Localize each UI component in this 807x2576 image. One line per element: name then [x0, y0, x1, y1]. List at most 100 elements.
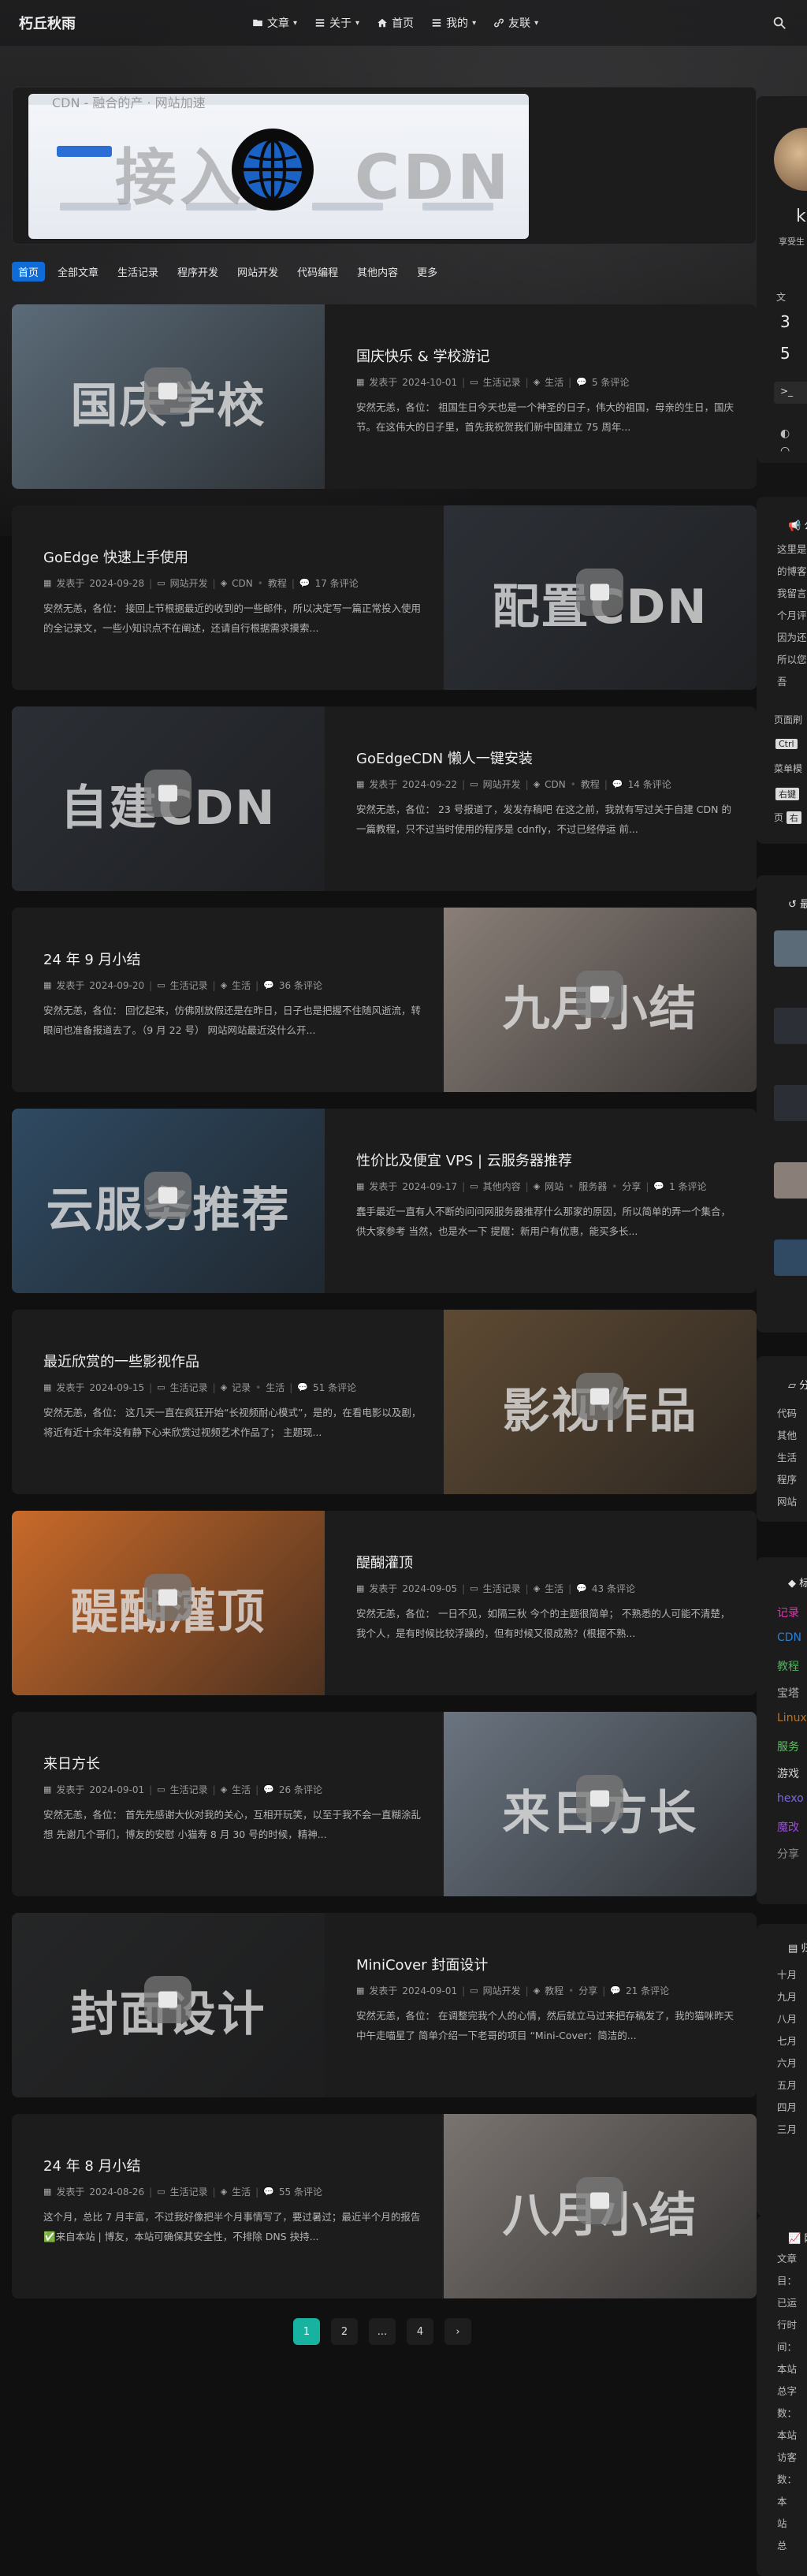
post-category[interactable]: 生活记录 [170, 2185, 208, 2198]
search-icon[interactable] [772, 16, 787, 30]
post-category[interactable]: 生活记录 [170, 1381, 208, 1394]
post-thumbnail[interactable]: 配置CDN [444, 505, 757, 690]
post-comments[interactable]: 5 条评论 [592, 375, 629, 389]
archive-item[interactable]: 十月 [777, 1966, 797, 1981]
post-tag[interactable]: 教程 [268, 576, 287, 590]
tab-5[interactable]: 代码编程 [291, 262, 344, 281]
stat-articles[interactable]: 3 [780, 312, 790, 331]
category-item[interactable]: 其他 [777, 1427, 797, 1442]
tag-item[interactable]: 魔改 [777, 1819, 799, 1835]
post-thumbnail[interactable]: 云服务推荐 [12, 1109, 325, 1293]
post-title[interactable]: 性价比及便宜 VPS | 云服务器推荐 [356, 1150, 572, 1170]
recent-post-thumb[interactable] [774, 1240, 807, 1276]
post-thumbnail[interactable]: 来日方长 [444, 1712, 757, 1896]
archive-item[interactable]: 七月 [777, 2033, 797, 2048]
post-tag[interactable]: 分享 [578, 1984, 597, 1997]
stat-tags[interactable]: 5 [780, 344, 790, 363]
archive-item[interactable]: 八月 [777, 2011, 797, 2026]
tab-1[interactable]: 全部文章 [51, 262, 105, 281]
tag-item[interactable]: 宝塔 [777, 1685, 799, 1701]
console-button[interactable]: >_ [774, 382, 807, 404]
nav-item-1[interactable]: 关于 ▾ [314, 15, 359, 31]
post-card[interactable]: 八月小结 24 年 8 月小结 ▦ 发表于 2024-08-26 | ▭ 生活记录 | ◈ 生活 | 💬… [12, 2114, 757, 2298]
archive-item[interactable]: 三月 [777, 2121, 797, 2136]
tag-item[interactable]: 服务 [777, 1739, 799, 1754]
post-tag[interactable]: 教程 [545, 1984, 563, 1997]
recent-post-thumb[interactable] [774, 1085, 807, 1121]
post-thumbnail[interactable]: 自建CDN [12, 706, 325, 891]
post-category[interactable]: 生活记录 [483, 375, 521, 389]
tab-4[interactable]: 网站开发 [231, 262, 284, 281]
post-thumbnail[interactable]: 醍醐灌顶 [12, 1511, 325, 1695]
post-category[interactable]: 网站开发 [483, 777, 521, 791]
post-comments[interactable]: 51 条评论 [313, 1381, 356, 1394]
archive-item[interactable]: 四月 [777, 2099, 797, 2114]
post-category[interactable]: 其他内容 [483, 1180, 521, 1193]
github-icon[interactable]: ◐ [780, 427, 790, 440]
post-title[interactable]: 来日方长 [43, 1753, 100, 1773]
recent-post-thumb[interactable] [774, 1008, 807, 1044]
post-title[interactable]: 24 年 9 月小结 [43, 949, 141, 969]
archive-item[interactable]: 五月 [777, 2077, 797, 2092]
tab-6[interactable]: 其他内容 [351, 262, 404, 281]
post-category[interactable]: 网站开发 [483, 1984, 521, 1997]
post-thumbnail[interactable]: 九月小结 [444, 908, 757, 1092]
archive-item[interactable]: 六月 [777, 2055, 797, 2070]
post-tag[interactable]: 分享 [622, 1180, 641, 1193]
recent-post-thumb[interactable] [774, 1162, 807, 1199]
post-card[interactable]: 配置CDN GoEdge 快速上手使用 ▦ 发表于 2024-09-28 | ▭ 网站开发 | ◈… [12, 505, 757, 690]
post-card[interactable]: 云服务推荐 性价比及便宜 VPS | 云服务器推荐 ▦ 发表于 2024-09-17 | ▭… [12, 1109, 757, 1293]
tag-item[interactable]: Linux [777, 1712, 807, 1724]
post-tag[interactable]: 生活 [232, 979, 251, 992]
post-title[interactable]: GoEdge 快速上手使用 [43, 546, 188, 567]
tag-item[interactable]: 教程 [777, 1658, 799, 1674]
post-thumbnail[interactable]: 封面设计 [12, 1913, 325, 2097]
post-tag[interactable]: 服务器 [578, 1180, 607, 1193]
tab-7[interactable]: 更多 [411, 262, 444, 281]
post-tag[interactable]: 生活 [232, 1783, 251, 1796]
post-title[interactable]: MiniCover 封面设计 [356, 1954, 488, 1974]
post-category[interactable]: 生活记录 [483, 1582, 521, 1595]
post-title[interactable]: 国庆快乐 & 学校游记 [356, 345, 489, 366]
post-card[interactable]: 九月小结 24 年 9 月小结 ▦ 发表于 2024-09-20 | ▭ 生活记录 | ◈ 生活 | 💬… [12, 908, 757, 1092]
nav-item-2[interactable]: 首页 [377, 15, 414, 31]
nav-item-4[interactable]: 友联 ▾ [493, 15, 538, 31]
nav-item-0[interactable]: 文章 ▾ [252, 15, 297, 31]
post-comments[interactable]: 1 条评论 [669, 1180, 706, 1193]
post-comments[interactable]: 43 条评论 [592, 1582, 635, 1595]
post-tag[interactable]: 教程 [581, 777, 600, 791]
post-comments[interactable]: 26 条评论 [279, 1783, 322, 1796]
post-category[interactable]: 网站开发 [170, 576, 208, 590]
tag-item[interactable]: 游戏 [777, 1765, 799, 1781]
archive-item[interactable]: 九月 [777, 1989, 797, 2004]
next-page-button[interactable]: › [444, 2318, 471, 2345]
tab-3[interactable]: 程序开发 [171, 262, 225, 281]
category-item[interactable]: 代码 [777, 1405, 797, 1420]
post-comments[interactable]: 21 条评论 [626, 1984, 669, 1997]
post-card[interactable]: 来日方长 来日方长 ▦ 发表于 2024-09-01 | ▭ 生活记录 | ◈ 生活 | 💬 26 条评论… [12, 1712, 757, 1896]
post-title[interactable]: 最近欣赏的一些影视作品 [43, 1351, 199, 1371]
post-category[interactable]: 生活记录 [170, 979, 208, 992]
post-tag[interactable]: 生活 [232, 2185, 251, 2198]
post-comments[interactable]: 55 条评论 [279, 2185, 322, 2198]
category-item[interactable]: 程序 [777, 1471, 797, 1486]
category-item[interactable]: 网站 [777, 1493, 797, 1508]
post-thumbnail[interactable]: 影视作品 [444, 1310, 757, 1494]
post-title[interactable]: 24 年 8 月小结 [43, 2155, 141, 2175]
post-tag[interactable]: 生活 [266, 1381, 284, 1394]
post-card[interactable]: 封面设计 MiniCover 封面设计 ▦ 发表于 2024-09-01 | ▭ 网站开发 | ◈… [12, 1913, 757, 2097]
post-tag[interactable]: 网站 [545, 1180, 563, 1193]
featured-banner[interactable]: CDN - 融合的产 · 网站加速 接入 CDN [12, 87, 757, 244]
post-comments[interactable]: 17 条评论 [315, 576, 359, 590]
rss-icon[interactable]: ◠ [780, 445, 790, 457]
post-comments[interactable]: 36 条评论 [279, 979, 322, 992]
post-card[interactable]: 醍醐灌顶 醍醐灌顶 ▦ 发表于 2024-09-05 | ▭ 生活记录 | ◈ 生活 | 💬 43 条评论… [12, 1511, 757, 1695]
post-comments[interactable]: 14 条评论 [628, 777, 671, 791]
tag-item[interactable]: hexo [777, 1792, 804, 1805]
post-title[interactable]: 醍醐灌顶 [356, 1552, 413, 1572]
site-logo[interactable]: 朽丘秋雨 [19, 13, 76, 33]
post-tag[interactable]: CDN [232, 578, 253, 589]
post-title[interactable]: GoEdgeCDN 懒人一键安装 [356, 747, 533, 768]
page-button[interactable]: 2 [331, 2318, 358, 2345]
nav-item-3[interactable]: 我的 ▾ [431, 15, 476, 31]
